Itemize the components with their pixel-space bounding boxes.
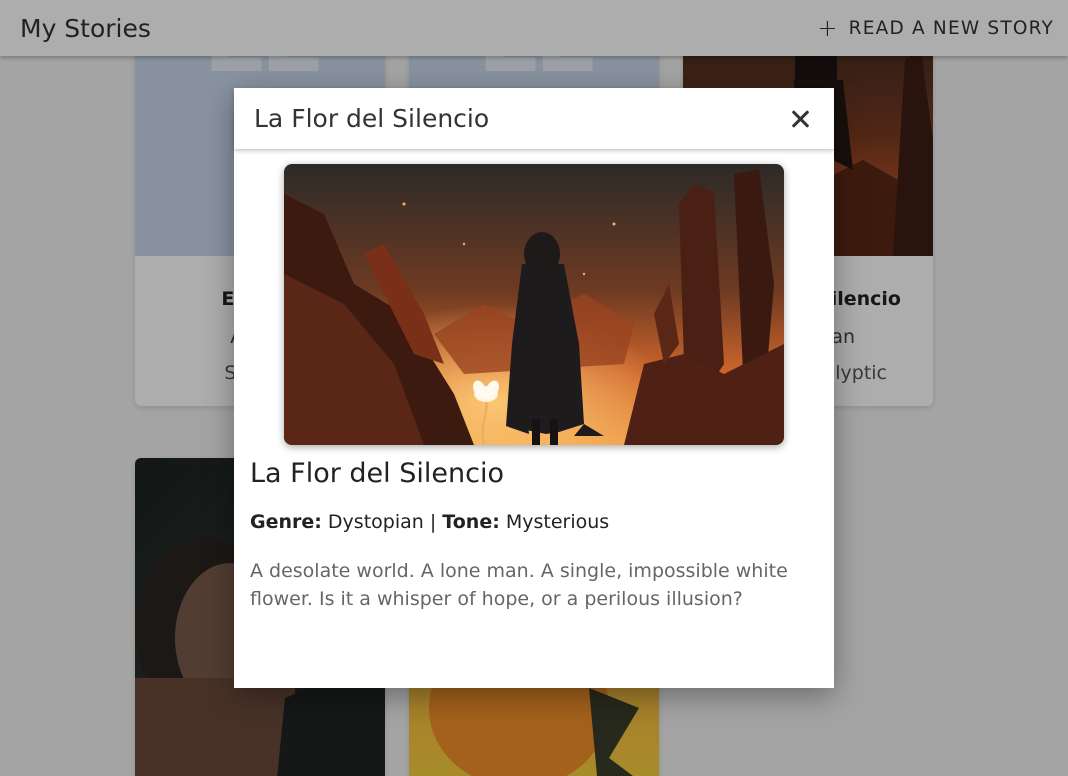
genre-value: Dystopian [327,511,424,533]
story-title: La Flor del Silencio [250,458,504,489]
cloaked-figure-illustration [284,164,784,445]
story-meta: Genre: Dystopian | Tone: Mysterious [250,511,818,533]
dialog-title: La Flor del Silencio [254,104,490,133]
close-icon[interactable] [788,107,812,131]
dialog-body: La Flor del Silencio Genre: Dystopian | … [250,458,818,613]
dialog-header: La Flor del Silencio [234,88,834,149]
story-cover-image [284,164,784,445]
meta-separator: | [429,511,437,533]
tone-label: Tone: [442,511,500,533]
genre-label: Genre: [250,511,322,533]
story-detail-dialog: La Flor del Silencio La Flor del Silenci… [234,88,834,688]
tone-value: Mysterious [505,511,610,533]
story-description: A desolate world. A lone man. A single, … [250,560,788,610]
